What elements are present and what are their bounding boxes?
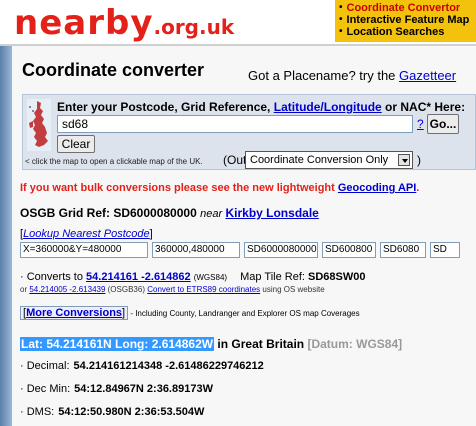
latlong-heading: Lat: 54.214161N Long: 2.614862W in Great… xyxy=(20,337,402,351)
top-nav: • Coordinate Convertor • Interactive Fea… xyxy=(335,0,476,42)
more-conversions: [More Conversions] - Including County, L… xyxy=(20,306,360,320)
wgs84-label: (WGS84) xyxy=(193,273,228,282)
field-ref-2[interactable]: SD xyxy=(430,242,460,258)
nav-label: Location Searches xyxy=(346,26,445,38)
map-note: < click the map to open a clickable map … xyxy=(25,157,203,166)
nav-label: Coordinate Convertor xyxy=(346,2,461,14)
coord-label: DMS: xyxy=(26,406,55,418)
etrs89-end: using OS website xyxy=(260,285,325,294)
bullet-icon: · xyxy=(20,360,24,372)
latlong-link[interactable]: Latitude/Longitude xyxy=(274,100,382,114)
field-xy-comma[interactable]: 360000,480000 xyxy=(152,242,240,258)
logo-suffix: .org.uk xyxy=(153,15,235,39)
prompt-start: Enter your Postcode, Grid Reference, xyxy=(57,100,274,114)
lookup-postcode-link[interactable]: Lookup Nearest Postcode xyxy=(23,228,150,240)
coord-label: Dec Min: xyxy=(26,383,71,395)
geocoding-api-link[interactable]: Geocoding API xyxy=(338,182,416,194)
input-prompt: Enter your Postcode, Grid Reference, Lat… xyxy=(57,100,465,114)
bullet-icon: · xyxy=(20,383,24,395)
bulk-end: . xyxy=(416,182,420,194)
bullet-icon: • xyxy=(339,26,343,37)
prompt-end: or NAC* Here: xyxy=(381,100,466,114)
chevron-down-icon[interactable] xyxy=(398,154,410,166)
help-link[interactable]: ? xyxy=(417,117,424,131)
bulk-notice: If you want bulk conversions please see … xyxy=(20,182,419,194)
bulk-text: If you want bulk conversions please see … xyxy=(20,182,338,194)
placename-text: Got a Placename? try the xyxy=(248,68,400,83)
grid-ref-label: OSGB Grid Ref: SD6000080000 xyxy=(20,206,197,220)
converts-prefix: Converts to xyxy=(26,271,87,283)
nav-item-coordinate-convertor[interactable]: • Coordinate Convertor xyxy=(339,2,472,14)
datum-label: [Datum: WGS84] xyxy=(307,337,403,351)
osgb36-coords-link[interactable]: 54.214005 -2.613439 xyxy=(29,285,105,294)
coord-dec-min: · Dec Min: 54:12.84967N 2:36.89173W xyxy=(20,383,213,395)
page-title: Coordinate converter xyxy=(22,60,205,80)
coord-label: Decimal: xyxy=(26,360,70,372)
etrs89-link[interactable]: Convert to ETRS89 coordinates xyxy=(147,285,260,294)
grid-ref-heading: OSGB Grid Ref: SD6000080000 near Kirkby … xyxy=(20,206,319,220)
coord-dms: · DMS: 54:12:50.980N 2:36:53.504W xyxy=(20,406,204,418)
coord-decimal: · Decimal: 54.214161214348 -2.61486229746… xyxy=(20,360,264,372)
coord-value: 54.214161214348 -2.61486229746212 xyxy=(73,360,264,372)
country-text: in Great Britain xyxy=(214,337,308,351)
output-close: ) xyxy=(417,153,421,167)
osgb36-label: (OSGB36) xyxy=(105,285,148,294)
coord-value: 54:12:50.980N 2:36:53.504W xyxy=(58,406,205,418)
main-content: Coordinate converter Got a Placename? tr… xyxy=(12,46,476,426)
converter-form: Enter your Postcode, Grid Reference, Lat… xyxy=(22,94,476,170)
tile-ref-value: SD68SW00 xyxy=(307,271,366,283)
more-conversions-desc: - Including County, Landranger and Explo… xyxy=(128,309,360,318)
osgb-line: or 54.214005 -2.613439 (OSGB36) Convert … xyxy=(20,285,325,294)
gazetteer-link[interactable]: Gazetteer xyxy=(399,68,456,83)
coord-value: 54:12.84967N 2:36.89173W xyxy=(74,383,213,395)
lookup-close: ] xyxy=(149,228,153,240)
uk-map-icon[interactable] xyxy=(27,99,51,151)
output-select[interactable]: Coordinate Conversion Only xyxy=(245,151,413,169)
place-link[interactable]: Kirkby Lonsdale xyxy=(225,206,318,220)
more-close: ] xyxy=(122,307,126,319)
more-conversions-link[interactable]: More Conversions xyxy=(26,307,122,319)
nav-label: Interactive Feature Map xyxy=(346,14,470,26)
bullet-icon: • xyxy=(339,2,343,13)
nav-item-location-searches[interactable]: • Location Searches xyxy=(339,26,472,38)
bullet-icon: · xyxy=(20,271,24,283)
lookup-postcode: [Lookup Nearest Postcode] xyxy=(20,228,153,240)
gridref-fields: X=360000&Y=480000 360000,480000 SD600008… xyxy=(20,242,460,258)
clear-button[interactable]: Clear xyxy=(57,135,95,153)
placename-prompt: Got a Placename? try the Gazetteer xyxy=(248,68,456,83)
nav-item-interactive-map[interactable]: • Interactive Feature Map xyxy=(339,14,472,26)
wgs84-coords-link[interactable]: 54.214161 -2.614862 xyxy=(86,271,191,283)
latlong-highlight: Lat: 54.214161N Long: 2.614862W xyxy=(20,337,215,351)
site-logo[interactable]: nearby.org.uk xyxy=(14,3,234,47)
field-ref-10[interactable]: SD6000080000 xyxy=(244,242,318,258)
field-xy-query[interactable]: X=360000&Y=480000 xyxy=(20,242,148,258)
go-button[interactable]: Go... xyxy=(427,114,459,134)
osgb-pre: or xyxy=(20,285,30,294)
field-ref-6[interactable]: SD6080 xyxy=(380,242,426,258)
output-selected-value: Coordinate Conversion Only xyxy=(250,154,389,166)
logo-main: nearby xyxy=(14,3,154,43)
converts-line: · Converts to 54.214161 -2.614862 (WGS84… xyxy=(20,271,365,283)
location-input[interactable] xyxy=(57,115,413,133)
tile-ref-label: Map Tile Ref: xyxy=(240,271,308,283)
site-header: nearby.org.uk • Coordinate Convertor • I… xyxy=(0,0,476,46)
bullet-icon: · xyxy=(20,406,24,418)
more-conversions-box[interactable]: [More Conversions] xyxy=(20,306,129,320)
bullet-icon: • xyxy=(339,14,343,25)
window-edge xyxy=(0,0,12,426)
near-text: near xyxy=(200,208,223,220)
field-ref-8[interactable]: SD600800 xyxy=(322,242,376,258)
